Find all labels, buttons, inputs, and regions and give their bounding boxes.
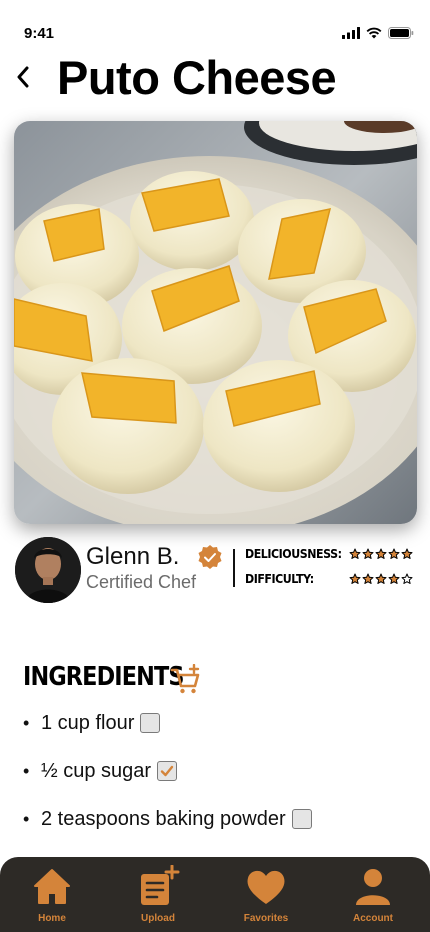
- star-empty-icon: [401, 573, 413, 584]
- bottom-nav: Home Upload Favorites Account: [0, 857, 430, 932]
- add-to-cart-icon[interactable]: [170, 664, 202, 696]
- nav-label: Home: [38, 913, 66, 924]
- list-item: • 2 teaspoons baking powder: [23, 806, 312, 832]
- divider: [233, 549, 235, 587]
- rating-difficulty: DIFFICULTY:: [245, 572, 420, 586]
- nav-label: Favorites: [243, 913, 289, 924]
- avatar[interactable]: [15, 537, 81, 603]
- star-filled-icon: [349, 548, 361, 559]
- nav-label: Upload: [141, 913, 175, 924]
- nav-favorites[interactable]: Favorites: [226, 865, 306, 929]
- bullet: •: [23, 760, 30, 781]
- back-button[interactable]: [12, 62, 34, 92]
- star-filled-icon: [349, 573, 361, 584]
- star-filled-icon: [375, 548, 387, 559]
- checkmark-icon: [160, 765, 174, 777]
- battery-icon: [388, 27, 414, 39]
- recipe-photo: [14, 121, 417, 524]
- star-filled-icon: [362, 573, 374, 584]
- star-filled-icon: [362, 548, 374, 559]
- star-filled-icon: [401, 548, 413, 559]
- upload-note-icon: [141, 865, 180, 905]
- verified-badge-icon: [198, 545, 222, 569]
- chef-name[interactable]: Glenn B.: [86, 543, 179, 571]
- rating-label: DIFFICULTY:: [245, 572, 314, 586]
- bullet: •: [23, 808, 30, 829]
- ingredients-title: INGREDIENTS: [23, 662, 185, 692]
- chef-role: Certified Chef: [86, 572, 197, 592]
- wifi-icon: [366, 27, 382, 39]
- star-filled-icon: [388, 573, 400, 584]
- header: Puto Cheese: [0, 52, 430, 108]
- nav-upload[interactable]: Upload: [118, 865, 198, 929]
- ingredients-section: INGREDIENTS • 1 cup flour • ½ cup sugar …: [23, 662, 403, 830]
- cellular-signal-icon: [342, 27, 360, 39]
- star-filled-icon: [388, 548, 400, 559]
- bullet: •: [23, 712, 30, 733]
- status-bar: 9:41: [0, 0, 430, 50]
- heart-icon: [247, 870, 285, 904]
- nav-label: Account: [353, 913, 393, 924]
- ingredient-text: 2 teaspoons baking powder: [41, 807, 286, 830]
- nav-home[interactable]: Home: [12, 865, 92, 929]
- status-icons: [342, 27, 414, 39]
- nav-account[interactable]: Account: [333, 865, 413, 929]
- page-title: Puto Cheese: [57, 51, 337, 104]
- list-item: • ½ cup sugar: [23, 758, 178, 784]
- rating-deliciousness: DELICIOUSNESS:: [245, 547, 420, 561]
- ingredient-text: 1 cup flour: [41, 711, 135, 734]
- ingredient-checkbox[interactable]: [157, 761, 178, 781]
- home-icon: [34, 869, 70, 904]
- chef-portrait: [15, 537, 81, 603]
- chevron-left-icon: [17, 66, 29, 88]
- ingredient-checkbox[interactable]: [291, 809, 312, 829]
- ingredient-checkbox[interactable]: [140, 713, 161, 733]
- star-filled-icon: [375, 573, 387, 584]
- user-icon: [356, 869, 390, 905]
- status-time: 9:41: [24, 25, 55, 42]
- rating-label: DELICIOUSNESS:: [245, 547, 342, 561]
- chef-info: Glenn B. Certified Chef DELICIOUSNESS: D…: [15, 537, 415, 607]
- star-rating: [349, 573, 413, 585]
- ingredient-text: ½ cup sugar: [41, 759, 152, 782]
- list-item: • 1 cup flour: [23, 710, 161, 736]
- star-rating: [349, 548, 413, 560]
